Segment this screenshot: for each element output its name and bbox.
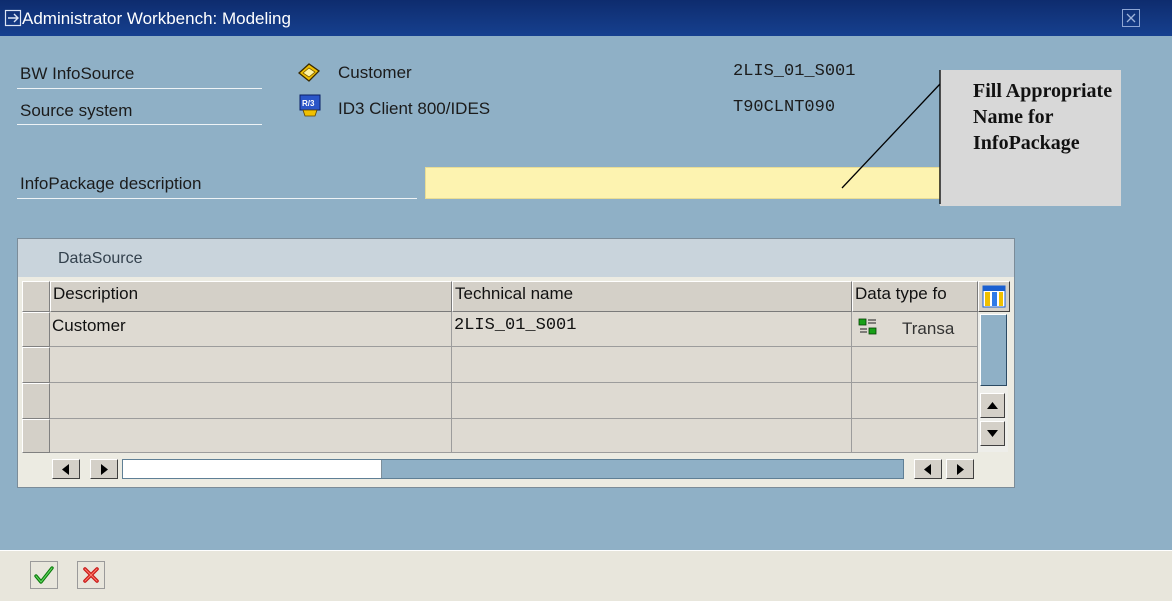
source-system-label-box: Source system xyxy=(17,96,262,125)
infosource-label: BW InfoSource xyxy=(20,64,135,83)
scroll-right-button-right-pane[interactable] xyxy=(946,459,974,479)
table-header: DataSource xyxy=(18,239,1014,277)
arrow-left-icon xyxy=(62,464,69,475)
arrow-right-icon xyxy=(957,464,964,475)
row-selector[interactable] xyxy=(22,312,50,347)
bottom-toolbar xyxy=(0,550,1172,601)
cell-data-type[interactable] xyxy=(852,419,978,453)
scroll-left-button[interactable] xyxy=(52,459,80,479)
cell-technical-name[interactable] xyxy=(452,383,852,419)
datasource-table: DataSource Description Technical name Da… xyxy=(17,238,1015,488)
scroll-right-button[interactable] xyxy=(90,459,118,479)
infosource-value: Customer xyxy=(338,63,412,82)
window-icon xyxy=(4,9,22,27)
callout-pointer-lines xyxy=(841,70,941,204)
source-system-technical-name: T90CLNT090 xyxy=(733,98,836,117)
column-header-description[interactable]: Description xyxy=(50,281,452,312)
cell-data-type[interactable] xyxy=(852,347,978,383)
cell-technical-name[interactable] xyxy=(452,419,852,453)
column-header-technical-name[interactable]: Technical name xyxy=(452,281,852,312)
column-settings-button[interactable] xyxy=(978,281,1010,312)
callout-annotation: Fill Appropriate Name for InfoPackage xyxy=(940,70,1121,206)
row-selector[interactable] xyxy=(22,383,50,419)
cell-technical-name[interactable]: 2LIS_01_S001 xyxy=(452,312,852,347)
infosource-technical-name: 2LIS_01_S001 xyxy=(733,62,856,81)
title-bar: Administrator Workbench: Modeling xyxy=(0,0,1172,36)
column-settings-icon xyxy=(982,285,1006,308)
row-selector[interactable] xyxy=(22,347,50,383)
column-header-data-type[interactable]: Data type fo xyxy=(852,281,978,312)
source-system-label: Source system xyxy=(20,101,133,120)
r3-system-icon: R/3 xyxy=(299,94,321,122)
horizontal-scrollbar[interactable] xyxy=(122,459,904,479)
row-selector[interactable] xyxy=(22,419,50,453)
cell-data-type[interactable] xyxy=(852,383,978,419)
source-system-value: ID3 Client 800/IDES xyxy=(338,99,491,118)
close-icon xyxy=(1126,13,1136,23)
cell-description[interactable] xyxy=(50,419,452,453)
horizontal-scroll-thumb[interactable] xyxy=(123,460,382,478)
window-title: Administrator Workbench: Modeling xyxy=(22,9,291,28)
arrow-left-icon xyxy=(924,464,931,475)
scroll-left-button-right-pane[interactable] xyxy=(914,459,942,479)
infosource-label-box: BW InfoSource xyxy=(17,60,262,89)
cell-technical-name[interactable] xyxy=(452,347,852,383)
svg-text:R/3: R/3 xyxy=(302,99,315,108)
vertical-scroll-thumb[interactable] xyxy=(980,314,1007,386)
confirm-button[interactable] xyxy=(30,561,58,589)
arrow-right-icon xyxy=(101,464,108,475)
transaction-data-icon xyxy=(858,318,878,341)
cancel-icon xyxy=(83,567,99,583)
infosource-icon xyxy=(297,62,321,88)
cancel-button[interactable] xyxy=(77,561,105,589)
check-icon xyxy=(34,566,54,584)
scroll-down-button[interactable] xyxy=(980,421,1005,446)
cell-description[interactable]: Customer xyxy=(50,312,452,347)
table-title: DataSource xyxy=(58,250,143,267)
vertical-scrollbar[interactable] xyxy=(978,314,1008,452)
cell-data-type-text: Transa xyxy=(902,319,955,338)
infopackage-label-box: InfoPackage description xyxy=(17,170,417,199)
cell-data-type[interactable]: Transa xyxy=(852,312,978,347)
select-all-cell[interactable] xyxy=(22,281,50,312)
arrow-up-icon xyxy=(987,402,998,409)
close-button[interactable] xyxy=(1122,9,1140,27)
arrow-down-icon xyxy=(987,430,998,437)
scroll-up-button[interactable] xyxy=(980,393,1005,418)
cell-description[interactable] xyxy=(50,383,452,419)
cell-description[interactable] xyxy=(50,347,452,383)
infopackage-description-label: InfoPackage description xyxy=(20,174,202,193)
